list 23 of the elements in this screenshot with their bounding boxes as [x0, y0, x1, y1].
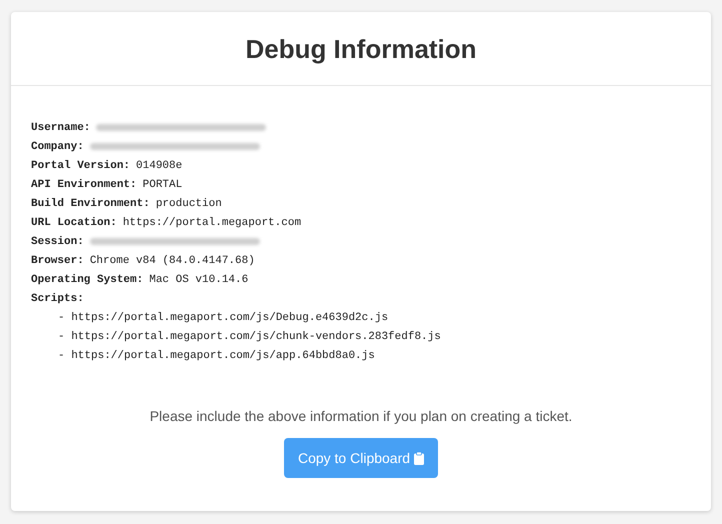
field-value: https://portal.megaport.com: [122, 216, 302, 228]
dialog-title: Debug Information: [11, 12, 711, 86]
field-label: Session:: [31, 236, 84, 248]
field-value: PORTAL: [142, 178, 182, 190]
field-label: URL Location:: [31, 216, 117, 228]
field-value: 014908e: [136, 160, 182, 172]
clipboard-icon: [414, 452, 424, 464]
script-url: - https://portal.megaport.com/js/Debug.e4639d2c.js: [58, 312, 388, 324]
field-value: production: [156, 198, 222, 210]
field-label: Browser:: [31, 254, 84, 266]
field-label: Build Environment:: [31, 198, 150, 210]
script-url: - https://portal.megaport.com/js/chunk-vendors.283fedf8.js: [58, 330, 441, 342]
copy-button[interactable]: Copy to Clipboard: [284, 438, 438, 478]
field-label: Company:: [31, 140, 84, 152]
field-label: Username:: [31, 122, 90, 134]
field-label: Portal Version:: [31, 160, 130, 172]
field-value: Mac OS v10.14.6: [149, 274, 248, 286]
script-url: - https://portal.megaport.com/js/app.64bbd8a0.js: [58, 350, 375, 362]
field-value: Chrome v84 (84.0.4147.68): [90, 254, 255, 266]
field-label: Operating System:: [31, 274, 144, 286]
field-label: Scripts:: [31, 292, 84, 304]
field-label: API Environment:: [31, 178, 137, 190]
info-note: Please include the above information if you plan on creating a ticket.: [148, 408, 574, 424]
